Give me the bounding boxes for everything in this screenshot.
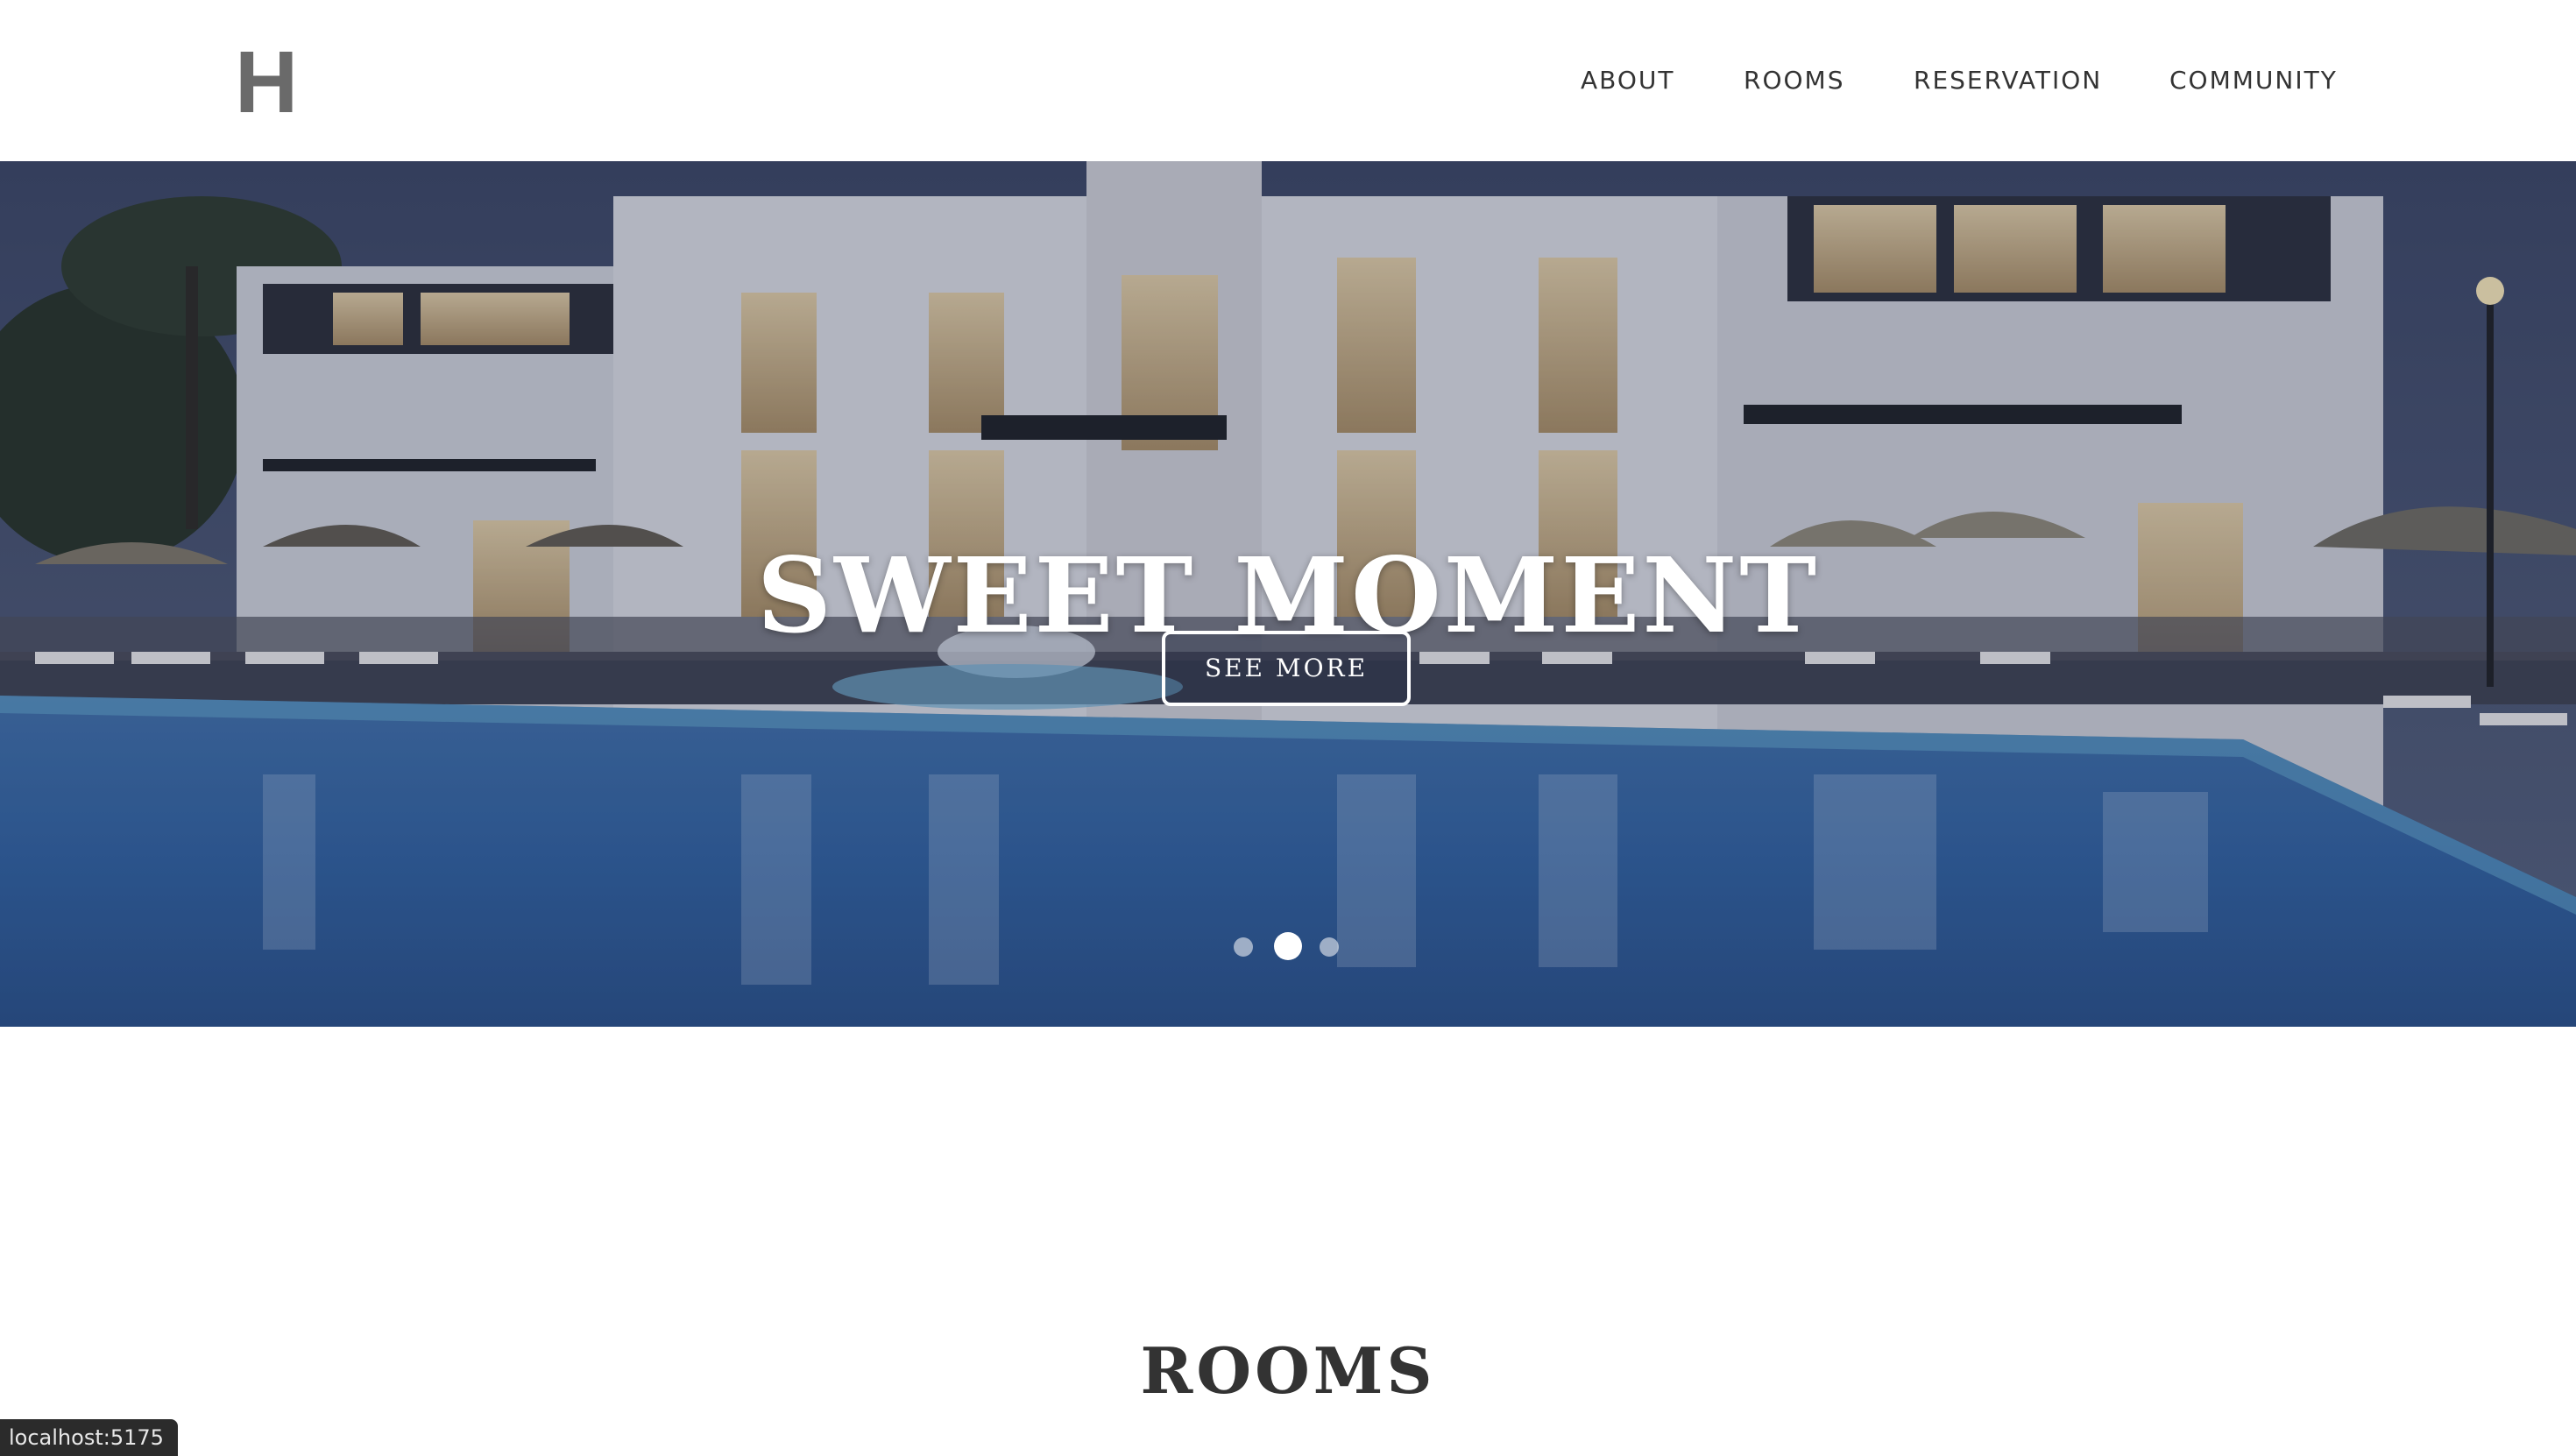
- site-header: H ABOUT ROOMS RESERVATION COMMUNITY: [0, 0, 2576, 161]
- carousel-dot-2-active[interactable]: [1274, 932, 1302, 960]
- main-nav: ABOUT ROOMS RESERVATION COMMUNITY: [0, 63, 2576, 98]
- nav-link-rooms[interactable]: ROOMS: [1744, 63, 1844, 98]
- hero-carousel: SWEET MOMENT SEE MORE: [0, 161, 2576, 1027]
- see-more-button[interactable]: SEE MORE: [1162, 631, 1411, 706]
- nav-link-community[interactable]: COMMUNITY: [2169, 63, 2338, 98]
- browser-status-url: localhost:5175: [0, 1419, 178, 1456]
- nav-link-about[interactable]: ABOUT: [1581, 63, 1675, 98]
- carousel-indicators: [1234, 932, 1344, 960]
- carousel-dot-1[interactable]: [1234, 937, 1253, 957]
- rooms-section-title: ROOMS: [1140, 1332, 1436, 1408]
- nav-link-reservation[interactable]: RESERVATION: [1914, 63, 2102, 98]
- carousel-dot-3[interactable]: [1320, 937, 1339, 957]
